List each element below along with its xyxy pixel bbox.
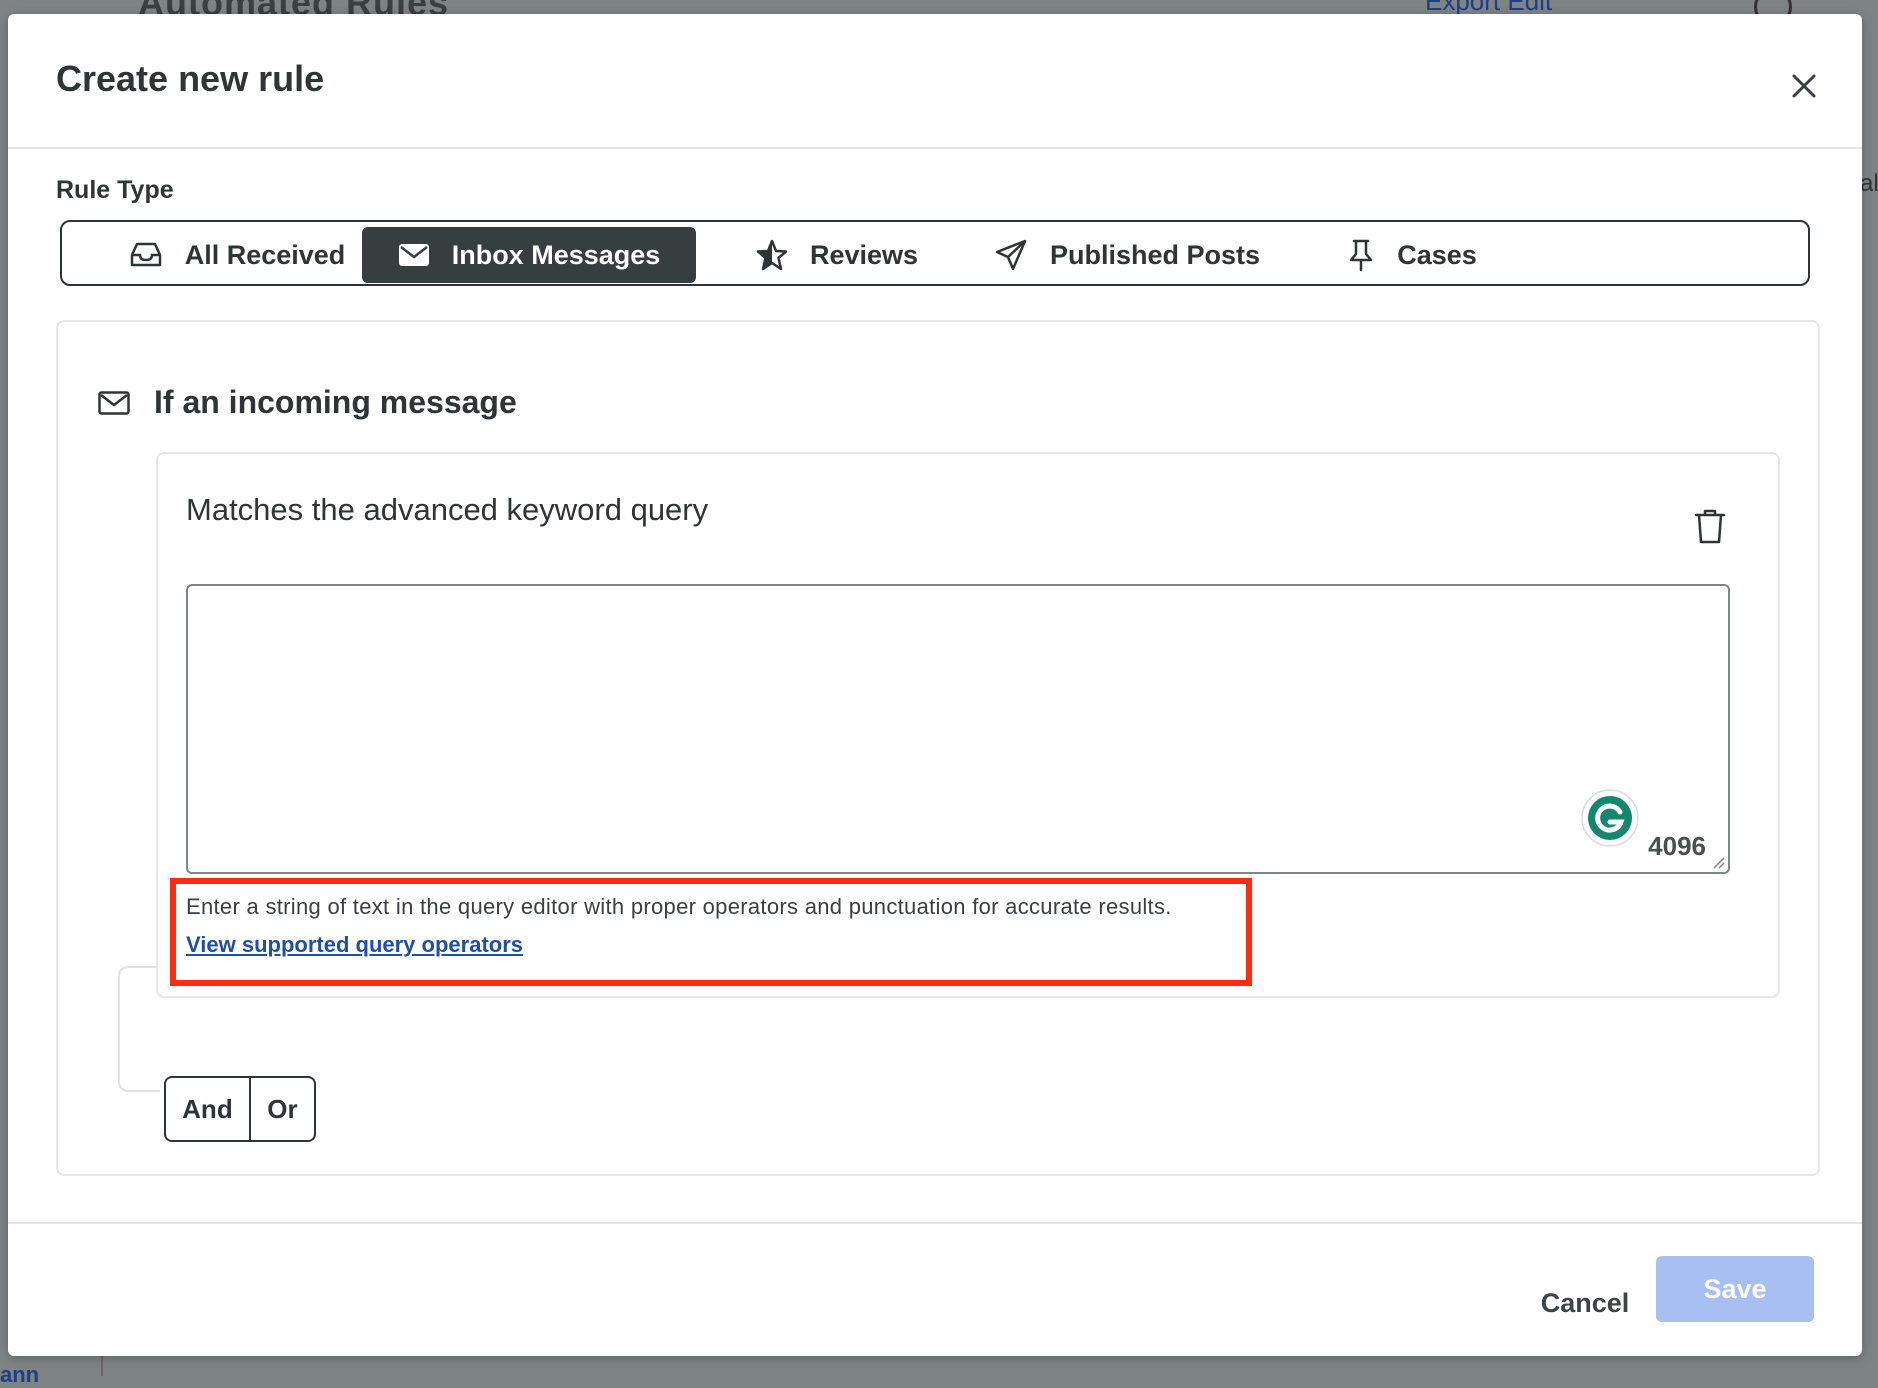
cancel-button[interactable]: Cancel	[1520, 1270, 1650, 1336]
query-editor: 4096	[186, 584, 1730, 874]
condition-title: Matches the advanced keyword query	[186, 492, 709, 527]
query-helper-text: Enter a string of text in the query edit…	[186, 894, 1172, 919]
create-rule-modal: Create new rule Rule Type All Received I…	[8, 14, 1862, 1356]
close-button[interactable]	[1780, 62, 1828, 110]
logic-operator-toggle: And Or	[164, 1076, 316, 1142]
query-input[interactable]	[188, 586, 1728, 872]
background-edge-text: al	[1860, 170, 1878, 197]
trigger-label: If an incoming message	[154, 384, 517, 420]
envelope-icon	[398, 244, 429, 266]
tab-inbox-messages[interactable]: Inbox Messages	[362, 227, 696, 283]
modal-header: Create new rule	[8, 14, 1862, 149]
paper-plane-icon	[995, 239, 1027, 271]
modal-footer-divider	[8, 1222, 1862, 1224]
rule-builder-panel: If an incoming message Matches the advan…	[56, 320, 1820, 1176]
star-icon	[756, 239, 788, 271]
delete-condition-button[interactable]	[1692, 506, 1728, 546]
modal-title: Create new rule	[56, 58, 325, 99]
grammarly-icon[interactable]	[1580, 788, 1640, 848]
background-divider	[101, 1355, 103, 1376]
condition-card: Matches the advanced keyword query 4096	[156, 452, 1780, 998]
trash-icon	[1694, 509, 1726, 544]
tab-all-received[interactable]: All Received	[92, 227, 382, 283]
tab-reviews-label: Reviews	[809, 239, 919, 270]
save-button[interactable]: Save	[1656, 1256, 1814, 1322]
resize-handle-icon[interactable]	[1711, 855, 1725, 869]
tab-cases-label: Cases	[1397, 239, 1477, 270]
tab-reviews[interactable]: Reviews	[722, 227, 952, 283]
envelope-icon	[98, 390, 130, 415]
tab-inbox-messages-label: Inbox Messages	[451, 239, 661, 270]
character-count: 4096	[1648, 831, 1706, 861]
inbox-tray-icon	[130, 242, 161, 267]
view-query-operators-link[interactable]: View supported query operators	[186, 932, 523, 958]
background-bottom-text: ann	[0, 1362, 40, 1387]
pin-icon	[1349, 239, 1373, 272]
tab-published-posts[interactable]: Published Posts	[982, 227, 1272, 283]
tab-cases[interactable]: Cases	[1322, 227, 1502, 283]
rule-type-label: Rule Type	[56, 176, 174, 204]
and-button[interactable]: And	[166, 1078, 251, 1140]
or-button[interactable]: Or	[251, 1078, 314, 1140]
trigger-row: If an incoming message	[98, 384, 517, 421]
rule-type-selector: All Received Inbox Messages Reviews Publ…	[60, 220, 1810, 286]
tab-all-received-label: All Received	[184, 239, 346, 270]
tab-published-posts-label: Published Posts	[1049, 239, 1261, 270]
close-icon	[1792, 74, 1816, 98]
condition-connector-line	[118, 966, 160, 1092]
